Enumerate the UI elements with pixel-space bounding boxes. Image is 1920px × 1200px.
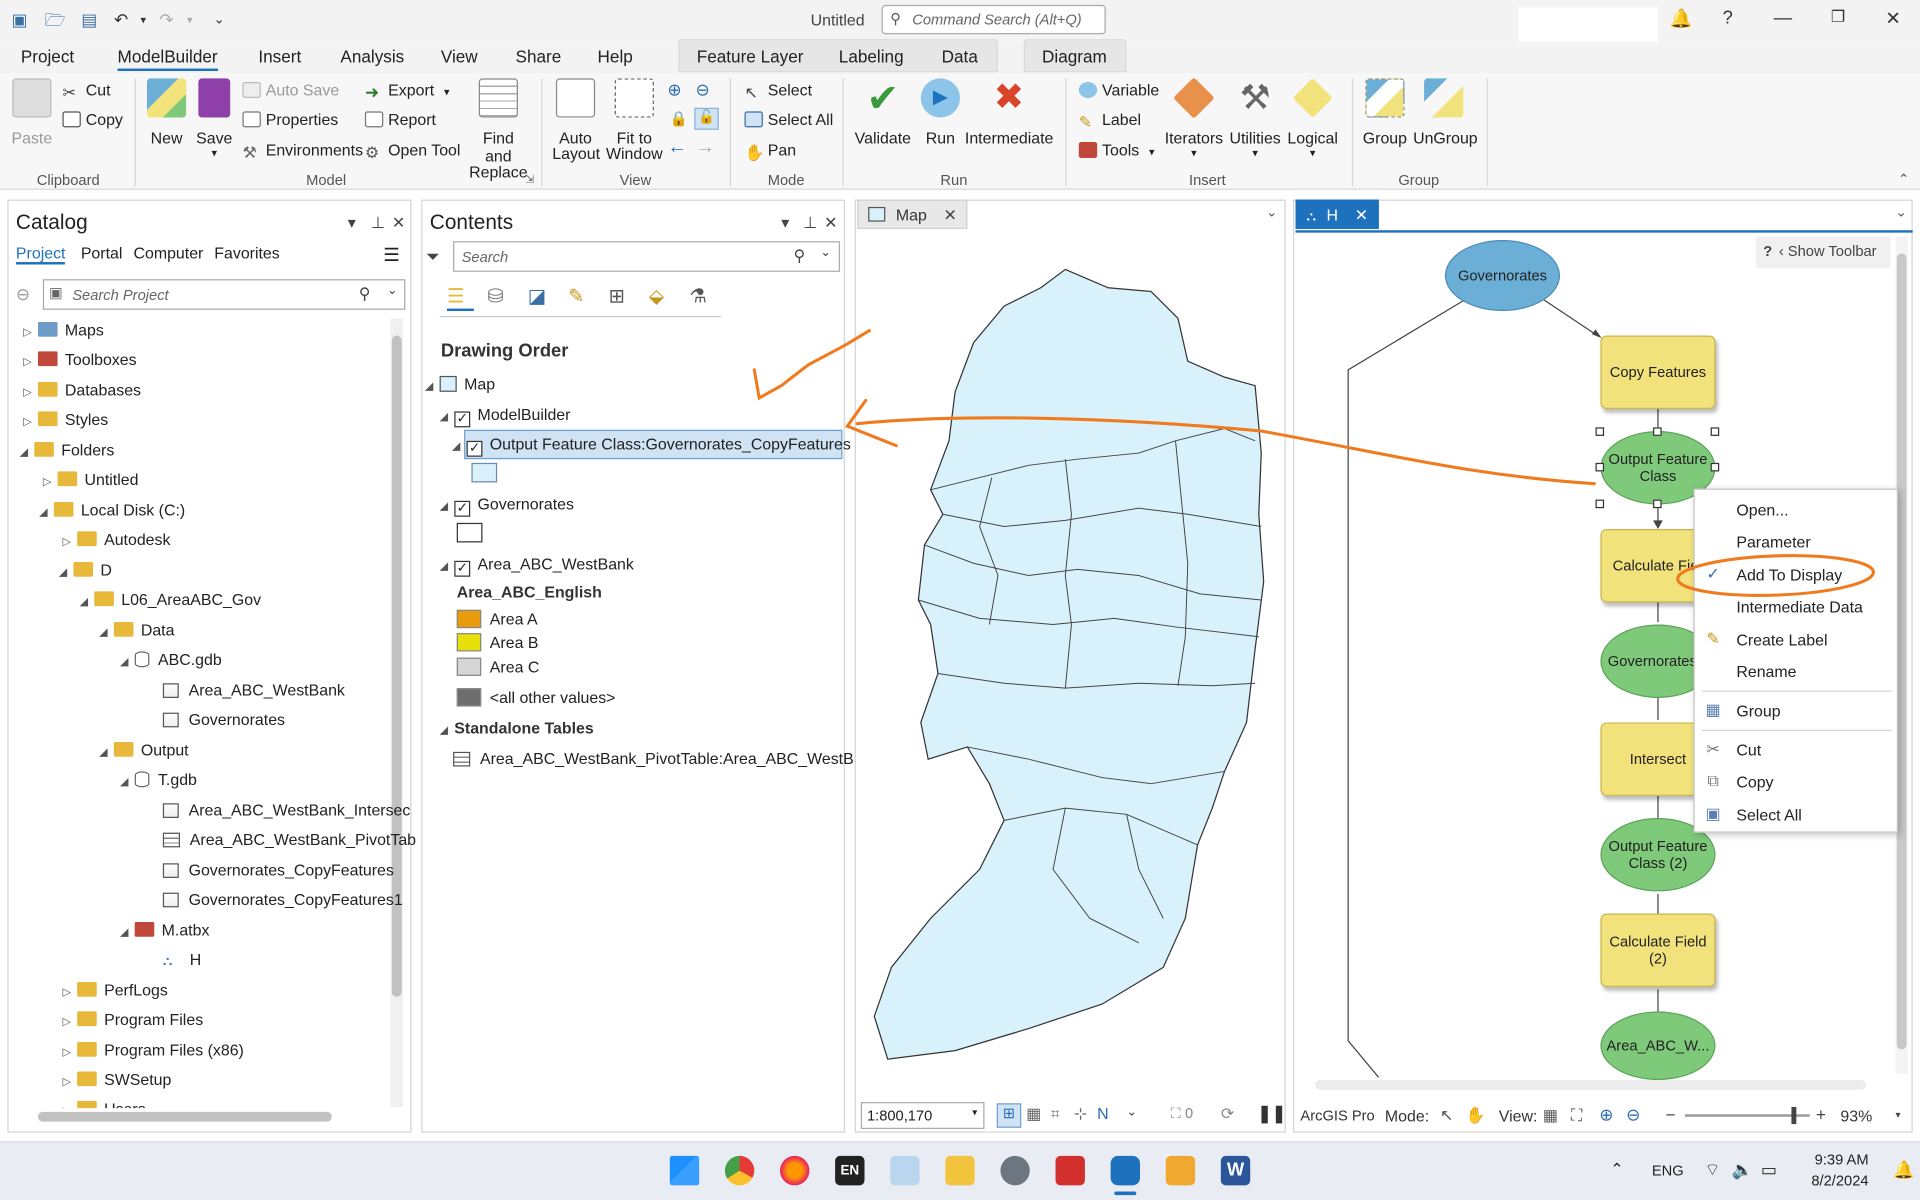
- arcgis-pro-icon[interactable]: [1110, 1155, 1141, 1186]
- annotation-arrow: [855, 416, 1596, 486]
- clock-date[interactable]: 8/2/2024: [1800, 1172, 1868, 1189]
- volume-icon[interactable]: 🔈: [1731, 1160, 1752, 1181]
- word-icon[interactable]: W: [1220, 1155, 1251, 1186]
- input-language[interactable]: ENG: [1652, 1162, 1684, 1179]
- chrome-icon[interactable]: [724, 1155, 755, 1186]
- active-app-indicator: [1114, 1191, 1137, 1196]
- acrobat-icon[interactable]: [1055, 1155, 1085, 1186]
- clock-time[interactable]: 9:39 AM: [1805, 1151, 1869, 1168]
- wifi-icon[interactable]: ⌔: [1705, 1160, 1721, 1182]
- notification-center-icon[interactable]: 🔔: [1893, 1160, 1914, 1181]
- photos-icon[interactable]: [1165, 1155, 1196, 1186]
- annotation-checkmark: [752, 329, 871, 401]
- firefox-icon[interactable]: [780, 1155, 810, 1186]
- language-bar-icon[interactable]: EN: [835, 1155, 865, 1186]
- annotation-circle: [1676, 554, 1875, 597]
- file-explorer-icon[interactable]: [945, 1155, 975, 1186]
- battery-icon[interactable]: ▭: [1761, 1160, 1777, 1181]
- settings-icon[interactable]: [1000, 1155, 1030, 1186]
- windows-start-icon[interactable]: [669, 1155, 700, 1186]
- paint-icon[interactable]: [890, 1155, 920, 1186]
- annotation-layer: [752, 329, 1875, 597]
- show-hidden-icons[interactable]: ⌃: [1610, 1160, 1623, 1180]
